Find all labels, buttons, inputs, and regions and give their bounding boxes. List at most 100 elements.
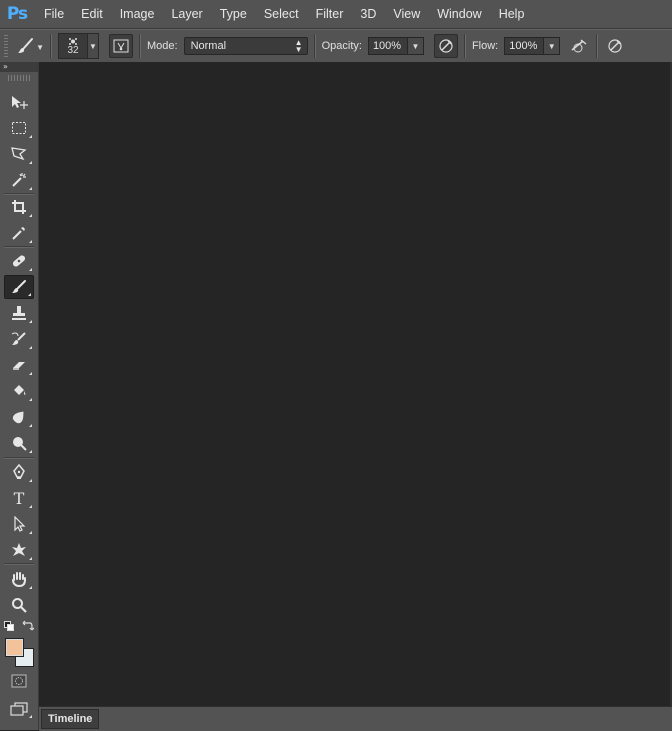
airbrush-button[interactable]: [568, 35, 590, 57]
opacity-label: Opacity:: [321, 40, 362, 52]
chevron-down-icon: ▼: [89, 41, 97, 51]
brush-size-value: 32: [67, 44, 79, 56]
move-tool[interactable]: [4, 90, 34, 114]
dodge-tool[interactable]: [4, 431, 34, 455]
shape-icon: [10, 542, 28, 558]
submenu-corner-icon: [29, 479, 32, 482]
mode-select[interactable]: Normal ▲ ▼: [183, 37, 308, 55]
submenu-corner-icon: [29, 398, 32, 401]
arrow-icon: [11, 516, 27, 532]
submenu-corner-icon: [29, 586, 32, 589]
history-brush-tool[interactable]: [4, 327, 34, 351]
submenu-corner-icon: [29, 372, 32, 375]
menu-edit[interactable]: Edit: [81, 7, 103, 21]
healing-brush-tool[interactable]: [4, 249, 34, 273]
tools-panel: » T: [0, 62, 39, 730]
custom-shape-tool[interactable]: [4, 538, 34, 562]
mode-label: Mode:: [147, 40, 178, 52]
toolbox-grip[interactable]: [8, 75, 30, 81]
opacity-input[interactable]: 100%: [367, 37, 408, 55]
pressure-size-icon: [607, 38, 623, 54]
menu-3d[interactable]: 3D: [360, 7, 376, 21]
submenu-corner-icon: [29, 715, 32, 718]
menu-file[interactable]: File: [44, 7, 64, 21]
dodge-icon: [11, 435, 27, 451]
default-colors-icon[interactable]: [4, 621, 14, 631]
submenu-corner-icon: [29, 531, 32, 534]
marquee-icon: [11, 121, 27, 135]
document-workspace[interactable]: [39, 62, 670, 706]
menu-bar: Ps File Edit Image Layer Type Select Fil…: [0, 0, 672, 29]
opacity-slider-button[interactable]: ▼: [407, 37, 424, 55]
eraser-icon: [10, 357, 28, 373]
screen-mode-icon: [10, 702, 28, 716]
screen-mode-button[interactable]: [4, 698, 34, 720]
history-brush-icon: [10, 331, 28, 347]
pressure-size-button[interactable]: [604, 35, 626, 57]
menu-window[interactable]: Window: [437, 7, 481, 21]
brush-panel-toggle-button[interactable]: [109, 34, 133, 58]
type-icon: T: [13, 488, 25, 508]
pen-icon: [11, 464, 27, 480]
brush-tool[interactable]: [4, 275, 34, 299]
airbrush-icon: [569, 38, 589, 54]
chevron-down-icon: ▼: [547, 41, 556, 51]
tool-preset-picker[interactable]: ▼: [8, 33, 44, 59]
paint-bucket-tool[interactable]: [4, 379, 34, 403]
flow-label: Flow:: [471, 40, 499, 52]
blur-icon: [11, 409, 27, 425]
menu-filter[interactable]: Filter: [316, 7, 344, 21]
collapse-icon: »: [3, 62, 8, 71]
menu-view[interactable]: View: [393, 7, 420, 21]
collapse-toolbox-button[interactable]: »: [0, 62, 38, 72]
menu-type[interactable]: Type: [220, 7, 247, 21]
timeline-tab[interactable]: Timeline: [41, 709, 100, 729]
flow-input[interactable]: 100%: [504, 37, 545, 55]
divider: [4, 246, 34, 248]
rectangular-marquee-tool[interactable]: [4, 116, 34, 140]
submenu-corner-icon: [29, 161, 32, 164]
timeline-panel-bar: Timeline: [39, 706, 672, 731]
foreground-color-swatch[interactable]: [5, 638, 24, 657]
options-bar: ▼ 32 ▼ Mode: Normal ▲ ▼ Opacity: 100% ▼ F…: [0, 29, 672, 63]
quick-mask-button[interactable]: [4, 670, 34, 692]
menu-layer[interactable]: Layer: [171, 7, 202, 21]
eraser-tool[interactable]: [4, 353, 34, 377]
bandage-icon: [10, 253, 28, 269]
zoom-tool[interactable]: [4, 593, 34, 617]
chevron-down-icon: ▼: [36, 43, 44, 52]
submenu-corner-icon: [29, 268, 32, 271]
divider: [596, 34, 599, 58]
hand-icon: [10, 571, 28, 587]
submenu-corner-icon: [29, 505, 32, 508]
pressure-opacity-button[interactable]: [433, 34, 458, 58]
menu-help[interactable]: Help: [499, 7, 525, 21]
crop-icon: [11, 199, 27, 215]
magic-wand-tool[interactable]: [4, 168, 34, 192]
chevron-down-icon: ▼: [411, 41, 420, 51]
quick-mask-icon: [11, 674, 27, 688]
eyedropper-icon: [11, 225, 27, 241]
brush-preset-picker[interactable]: 32: [58, 33, 88, 59]
flow-slider-button[interactable]: ▼: [544, 37, 561, 55]
brush-panel-icon: [113, 39, 129, 53]
menu-image[interactable]: Image: [120, 7, 155, 21]
menu-select[interactable]: Select: [264, 7, 299, 21]
blur-tool[interactable]: [4, 405, 34, 429]
path-selection-tool[interactable]: [4, 512, 34, 536]
brush-preset-dropdown[interactable]: ▼: [88, 33, 99, 59]
pen-tool[interactable]: [4, 460, 34, 484]
stamp-icon: [11, 305, 27, 321]
move-icon: [10, 94, 28, 110]
submenu-corner-icon: [29, 557, 32, 560]
zoom-icon: [11, 597, 27, 613]
submenu-corner-icon: [29, 450, 32, 453]
photoshop-logo: Ps: [6, 4, 28, 24]
eyedropper-tool[interactable]: [4, 221, 34, 245]
swap-colors-icon[interactable]: [22, 620, 34, 631]
type-tool[interactable]: T: [4, 486, 34, 510]
lasso-tool[interactable]: [4, 142, 34, 166]
clone-stamp-tool[interactable]: [4, 301, 34, 325]
hand-tool[interactable]: [4, 567, 34, 591]
crop-tool[interactable]: [4, 195, 34, 219]
